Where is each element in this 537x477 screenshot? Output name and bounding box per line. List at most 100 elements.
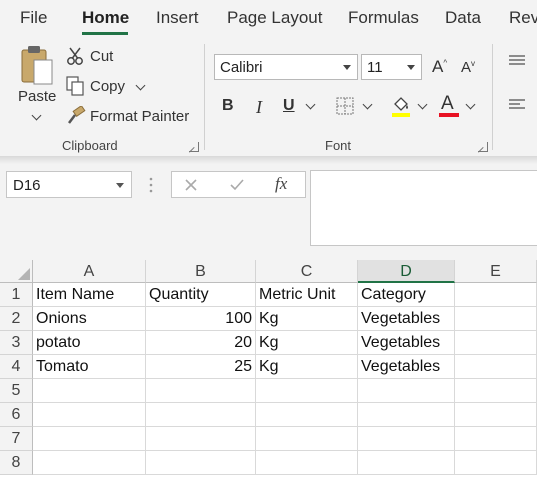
italic-button[interactable]: I xyxy=(256,97,262,118)
font-name-dropdown[interactable]: Calibri xyxy=(214,54,358,80)
ribbon-shadow xyxy=(0,156,537,164)
cell-e2[interactable] xyxy=(455,307,537,331)
underline-button[interactable]: U xyxy=(283,97,295,115)
cell-d3[interactable]: Vegetables xyxy=(358,331,455,355)
font-color-icon[interactable]: A xyxy=(441,93,454,115)
cell-c2[interactable]: Kg xyxy=(256,307,358,331)
formula-input[interactable] xyxy=(310,170,537,246)
formula-actions: fx xyxy=(171,171,306,198)
tab-data[interactable]: Data xyxy=(445,8,481,28)
cell-e6[interactable] xyxy=(455,403,537,427)
row-header-3[interactable]: 3 xyxy=(0,331,33,355)
cell-b2[interactable]: 100 xyxy=(146,307,256,331)
cell-c3[interactable]: Kg xyxy=(256,331,358,355)
font-color-swatch xyxy=(439,113,459,117)
font-dialog-launcher-icon[interactable] xyxy=(478,142,488,152)
cell-b6[interactable] xyxy=(146,403,256,427)
cell-a4[interactable]: Tomato xyxy=(33,355,146,379)
enter-icon[interactable] xyxy=(229,178,245,192)
copy-icon[interactable] xyxy=(66,76,84,96)
row-header-2[interactable]: 2 xyxy=(0,307,33,331)
cell-c7[interactable] xyxy=(256,427,358,451)
cell-d5[interactable] xyxy=(358,379,455,403)
cell-e7[interactable] xyxy=(455,427,537,451)
cut-button[interactable]: Cut xyxy=(90,48,113,65)
cut-icon[interactable] xyxy=(66,46,84,66)
formula-bar-grip-icon xyxy=(149,177,153,193)
cell-d8[interactable] xyxy=(358,451,455,475)
column-header-c[interactable]: C xyxy=(256,260,358,283)
tab-home[interactable]: Home xyxy=(82,8,129,28)
row-header-5[interactable]: 5 xyxy=(0,379,33,403)
fill-color-icon[interactable] xyxy=(390,94,412,118)
cell-b3[interactable]: 20 xyxy=(146,331,256,355)
row-header-4[interactable]: 4 xyxy=(0,355,33,379)
column-header-a[interactable]: A xyxy=(33,260,146,283)
select-all-button[interactable] xyxy=(0,260,33,283)
decrease-font-size-icon[interactable]: Av xyxy=(461,59,475,76)
row-header-6[interactable]: 6 xyxy=(0,403,33,427)
column-header-b[interactable]: B xyxy=(146,260,256,283)
cell-d1[interactable]: Category xyxy=(358,283,455,307)
cancel-icon[interactable] xyxy=(184,178,198,192)
cell-e8[interactable] xyxy=(455,451,537,475)
active-tab-indicator xyxy=(82,32,128,35)
bold-button[interactable]: B xyxy=(222,97,234,115)
tab-formulas[interactable]: Formulas xyxy=(348,8,419,28)
name-box[interactable]: D16 xyxy=(6,171,132,198)
cell-e3[interactable] xyxy=(455,331,537,355)
cell-c1[interactable]: Metric Unit xyxy=(256,283,358,307)
cell-a5[interactable] xyxy=(33,379,146,403)
paste-label: Paste xyxy=(18,88,57,105)
paste-button[interactable]: Paste xyxy=(10,44,62,126)
cell-b7[interactable] xyxy=(146,427,256,451)
cell-d6[interactable] xyxy=(358,403,455,427)
top-align-icon[interactable] xyxy=(508,54,526,68)
row-header-1[interactable]: 1 xyxy=(0,283,33,307)
cell-e1[interactable] xyxy=(455,283,537,307)
row-header-7[interactable]: 7 xyxy=(0,427,33,451)
column-header-d[interactable]: D xyxy=(358,260,455,283)
cell-d4[interactable]: Vegetables xyxy=(358,355,455,379)
cell-c5[interactable] xyxy=(256,379,358,403)
clipboard-group-label: Clipboard xyxy=(62,138,118,153)
cell-b5[interactable] xyxy=(146,379,256,403)
ribbon-tab-bar: File Home Insert Page Layout Formulas Da… xyxy=(0,0,537,38)
cell-b4[interactable]: 25 xyxy=(146,355,256,379)
tab-page-layout[interactable]: Page Layout xyxy=(227,8,322,28)
clipboard-dialog-launcher-icon[interactable] xyxy=(189,142,199,152)
copy-button[interactable]: Copy xyxy=(90,78,125,95)
font-group-label: Font xyxy=(325,138,352,153)
font-size-dropdown[interactable]: 11 xyxy=(361,54,422,80)
cell-d2[interactable]: Vegetables xyxy=(358,307,455,331)
cell-e5[interactable] xyxy=(455,379,537,403)
ribbon-separator xyxy=(204,44,205,150)
cell-a3[interactable]: potato xyxy=(33,331,146,355)
increase-font-size-icon[interactable]: A^ xyxy=(432,57,447,77)
font-size-value: 11 xyxy=(367,59,383,76)
cell-c8[interactable] xyxy=(256,451,358,475)
font-name-value: Calibri xyxy=(220,59,263,76)
cell-b8[interactable] xyxy=(146,451,256,475)
insert-function-button[interactable]: fx xyxy=(275,174,287,194)
cell-c6[interactable] xyxy=(256,403,358,427)
cell-e4[interactable] xyxy=(455,355,537,379)
format-painter-button[interactable]: Format Painter xyxy=(90,108,189,125)
cell-b1[interactable]: Quantity xyxy=(146,283,256,307)
row-header-8[interactable]: 8 xyxy=(0,451,33,475)
cell-a2[interactable]: Onions xyxy=(33,307,146,331)
borders-icon[interactable] xyxy=(335,96,355,116)
name-box-value: D16 xyxy=(13,177,41,194)
cell-a8[interactable] xyxy=(33,451,146,475)
tab-review[interactable]: Rev xyxy=(509,8,537,28)
tab-file[interactable]: File xyxy=(20,8,47,28)
cell-a1[interactable]: Item Name xyxy=(33,283,146,307)
cell-d7[interactable] xyxy=(358,427,455,451)
column-header-e[interactable]: E xyxy=(455,260,537,283)
cell-a7[interactable] xyxy=(33,427,146,451)
format-painter-icon[interactable] xyxy=(66,106,86,126)
cell-a6[interactable] xyxy=(33,403,146,427)
tab-insert[interactable]: Insert xyxy=(156,8,199,28)
cell-c4[interactable]: Kg xyxy=(256,355,358,379)
align-left-icon[interactable] xyxy=(508,98,526,112)
